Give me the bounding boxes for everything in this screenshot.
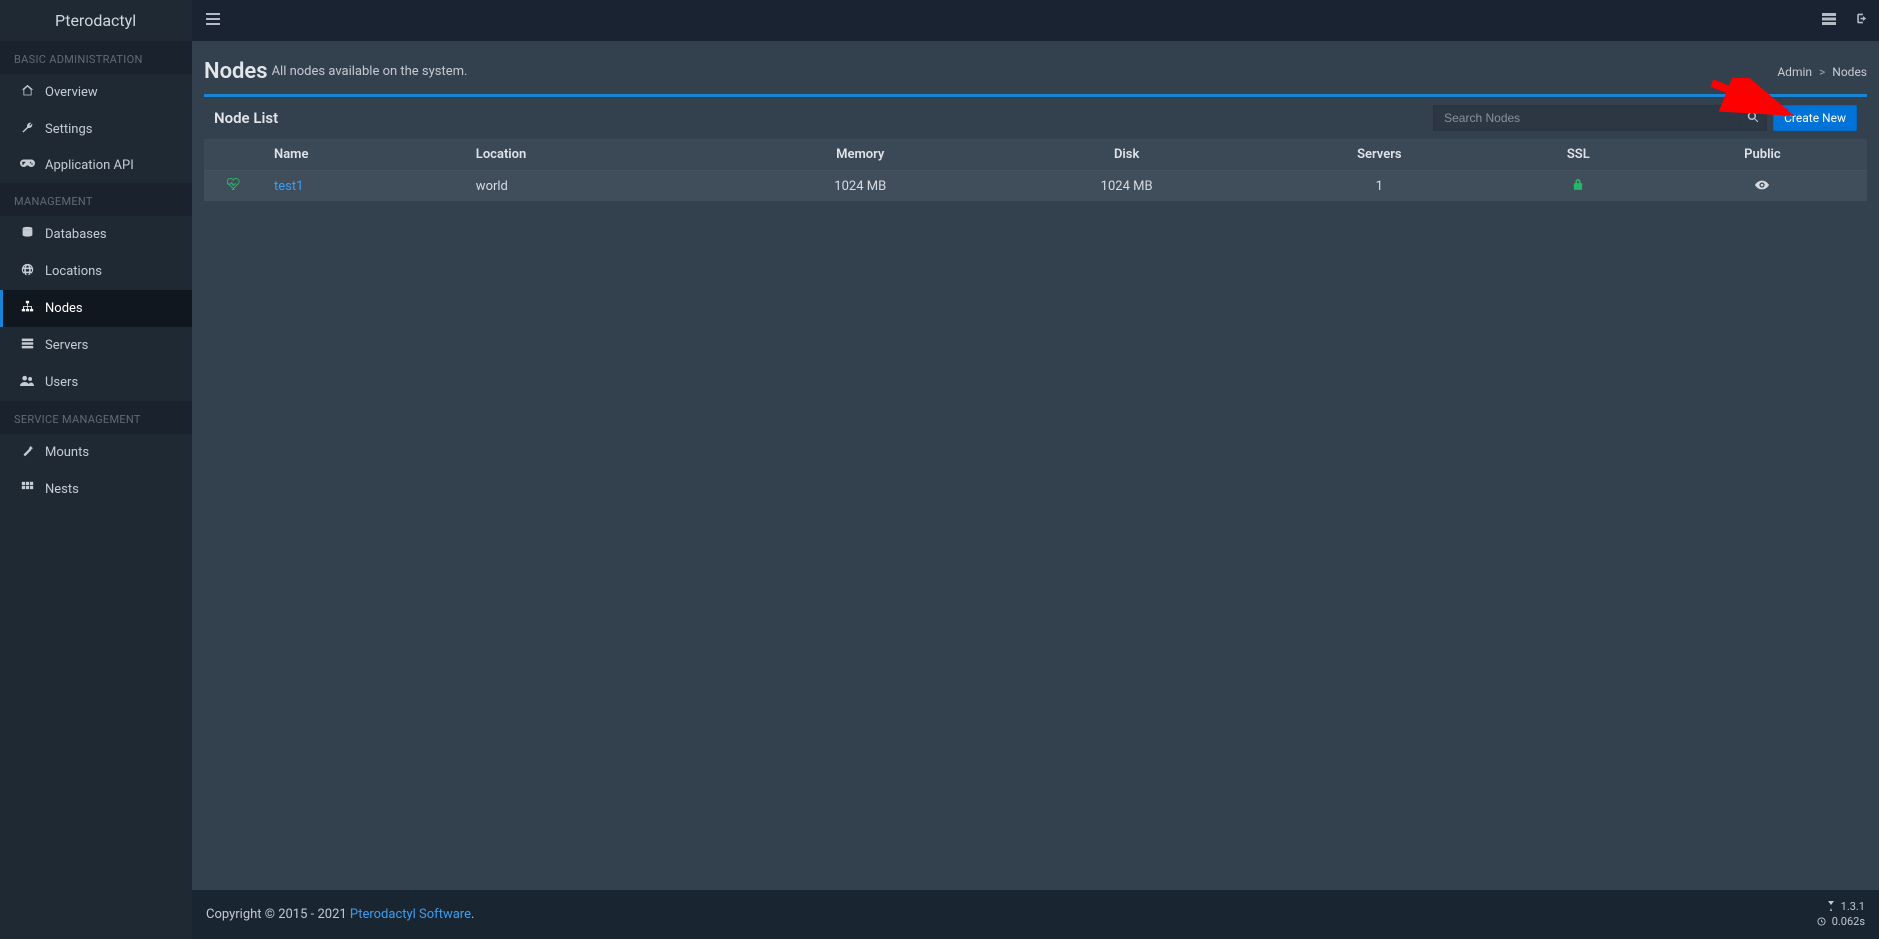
- eye-icon: [1755, 179, 1769, 194]
- sidebar-item-nests[interactable]: Nests: [0, 471, 192, 508]
- cell-disk: 1024 MB: [993, 171, 1259, 202]
- node-list-box: Node List Create New: [204, 94, 1867, 201]
- chevron-right-icon: >: [1819, 65, 1825, 79]
- lock-icon: [1573, 179, 1583, 194]
- sidebar: Pterodactyl BASIC ADMINISTRATION Overvie…: [0, 0, 192, 939]
- sidebar-item-overview[interactable]: Overview: [0, 74, 192, 111]
- cell-memory: 1024 MB: [727, 171, 993, 202]
- node-name-link[interactable]: test1: [274, 179, 303, 194]
- sidebar-item-label: Locations: [45, 264, 102, 279]
- server-icon: [17, 337, 37, 354]
- sidebar-item-locations[interactable]: Locations: [0, 253, 192, 290]
- page-header: Nodes All nodes available on the system.…: [204, 53, 1867, 94]
- brand-logo[interactable]: Pterodactyl: [0, 0, 192, 41]
- heartbeat-icon: [227, 179, 241, 194]
- topbar: [192, 0, 1879, 41]
- sidebar-item-label: Mounts: [45, 445, 89, 460]
- sidebar-item-settings[interactable]: Settings: [0, 111, 192, 148]
- box-title: Node List: [214, 109, 278, 127]
- footer-period: .: [471, 907, 474, 922]
- home-icon: [17, 84, 37, 101]
- breadcrumb: Admin > Nodes: [1777, 65, 1867, 79]
- sidebar-header-management: MANAGEMENT: [0, 183, 192, 216]
- search-button[interactable]: [1739, 105, 1767, 131]
- breadcrumb-admin[interactable]: Admin: [1777, 65, 1812, 79]
- sidebar-item-api[interactable]: Application API: [0, 148, 192, 183]
- sidebar-item-label: Databases: [45, 227, 107, 242]
- wrench-icon: [17, 121, 37, 138]
- sidebar-item-mounts[interactable]: Mounts: [0, 434, 192, 471]
- menu-toggle-icon[interactable]: [206, 13, 220, 29]
- search-input[interactable]: [1433, 105, 1739, 131]
- footer-link[interactable]: Pterodactyl Software: [350, 907, 471, 922]
- sitemap-icon: [17, 300, 37, 317]
- sidebar-item-label: Application API: [45, 158, 134, 173]
- sidebar-item-label: Nests: [45, 482, 79, 497]
- table-row: test1 world 1024 MB 1024 MB 1: [204, 171, 1867, 202]
- logout-icon[interactable]: [1854, 12, 1867, 29]
- page-title: Nodes: [204, 59, 268, 84]
- sidebar-item-label: Servers: [45, 338, 88, 353]
- sidebar-item-label: Overview: [45, 85, 98, 100]
- sidebar-item-users[interactable]: Users: [0, 364, 192, 401]
- breadcrumb-current: Nodes: [1832, 65, 1867, 79]
- create-new-button[interactable]: Create New: [1773, 105, 1857, 131]
- col-disk: Disk: [993, 139, 1259, 171]
- search-icon: [1747, 111, 1759, 126]
- globe-icon: [17, 263, 37, 280]
- col-public: Public: [1658, 139, 1867, 171]
- col-memory: Memory: [727, 139, 993, 171]
- magic-icon: [17, 444, 37, 461]
- servers-list-icon[interactable]: [1822, 13, 1836, 29]
- page-subtitle: All nodes available on the system.: [272, 64, 468, 79]
- grid-icon: [17, 481, 37, 498]
- sidebar-item-label: Nodes: [45, 301, 83, 316]
- sidebar-header-basic: BASIC ADMINISTRATION: [0, 41, 192, 74]
- footer: Copyright © 2015 - 2021 Pterodactyl Soft…: [192, 890, 1879, 939]
- footer-timing: 0.062s: [1817, 915, 1865, 929]
- sidebar-item-databases[interactable]: Databases: [0, 216, 192, 253]
- cell-servers: 1: [1260, 171, 1499, 202]
- col-location: Location: [466, 139, 727, 171]
- database-icon: [17, 226, 37, 243]
- footer-version: 1.3.1: [1817, 900, 1865, 914]
- sidebar-item-label: Settings: [45, 122, 92, 137]
- nodes-table: Name Location Memory Disk Servers SSL Pu…: [204, 139, 1867, 201]
- sidebar-item-nodes[interactable]: Nodes: [0, 290, 192, 327]
- sidebar-item-label: Users: [45, 375, 78, 390]
- col-servers: Servers: [1260, 139, 1499, 171]
- cell-location: world: [466, 171, 727, 202]
- col-name: Name: [264, 139, 466, 171]
- users-icon: [17, 374, 37, 391]
- col-ssl: SSL: [1499, 139, 1658, 171]
- footer-copyright: Copyright © 2015 - 2021: [206, 907, 350, 922]
- sidebar-item-servers[interactable]: Servers: [0, 327, 192, 364]
- gamepad-icon: [17, 158, 37, 173]
- sidebar-header-service: SERVICE MANAGEMENT: [0, 401, 192, 434]
